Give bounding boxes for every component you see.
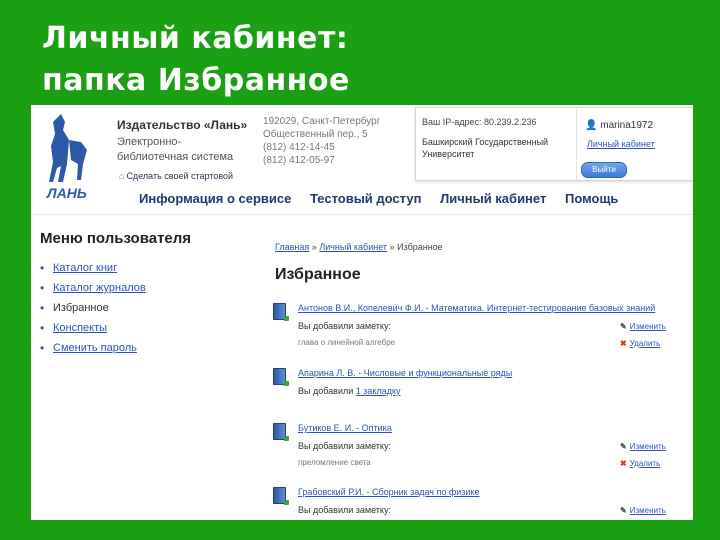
publisher-name: Издательство «Лань» — [117, 118, 248, 132]
breadcrumb-separator: » — [311, 242, 317, 252]
nav-item-trial[interactable]: Тестовый доступ — [310, 191, 421, 206]
screenshot-panel: ЛАНЬ Издательство «Лань» Электронно-библ… — [31, 105, 693, 520]
bookmark-note: Вы добавили 1 закладку — [298, 386, 401, 396]
user-block: 👤 marina1972 Личный кабинет Выйти — [576, 108, 693, 180]
user-info-box: Ваш IP-адрес: 80.239.2.236 Башкирский Го… — [415, 107, 693, 181]
edit-link[interactable]: ✎ Изменить — [620, 506, 666, 515]
book-icon — [273, 423, 289, 441]
book-title-link[interactable]: Апарина Л. В. - Числовые и функциональны… — [298, 368, 512, 378]
publisher-subtitle: Электронно-библиотечная система — [117, 136, 234, 163]
breadcrumb: Главная » Личный кабинет » Избранное — [275, 242, 443, 252]
nav-item-help[interactable]: Помощь — [565, 191, 618, 206]
breadcrumb-separator: » — [389, 242, 395, 252]
username-text: marina1972 — [600, 120, 654, 131]
menu-item-journals[interactable]: Каталог журналов — [40, 281, 146, 301]
book-title-link[interactable]: Грабовский Р.И. - Сборник задач по физик… — [298, 487, 479, 497]
pencil-icon: ✎ — [620, 322, 627, 331]
slide-title-line-1: Личный кабинет: — [42, 21, 349, 56]
menu-item-label: Каталог журналов — [53, 282, 146, 294]
contact-line: (812) 412-05-97 — [263, 155, 335, 166]
menu-item-label: Избранное — [53, 302, 109, 314]
book-icon — [273, 368, 289, 386]
top-navigation: Информация о сервисе Тестовый доступ Лич… — [139, 191, 633, 206]
nav-item-cabinet[interactable]: Личный кабинет — [440, 191, 546, 206]
menu-item-label: Конспекты — [53, 322, 108, 334]
breadcrumb-current: Избранное — [397, 242, 443, 252]
book-icon — [273, 487, 289, 505]
edit-label: Изменить — [629, 506, 666, 515]
page-title: Избранное — [275, 266, 361, 283]
delete-link[interactable]: ✖ Удалить — [620, 459, 660, 468]
make-start-page-label: Сделать своей стартовой — [126, 171, 234, 181]
menu-item-books[interactable]: Каталог книг — [40, 261, 146, 281]
menu-item-label: Каталог книг — [53, 262, 118, 274]
note-label: Вы добавили заметку: — [298, 321, 391, 331]
nav-item-info[interactable]: Информация о сервисе — [139, 191, 291, 206]
menu-item-favorites[interactable]: Избранное — [40, 301, 146, 321]
header-divider — [31, 214, 693, 215]
menu-item-change-password[interactable]: Сменить пароль — [40, 341, 146, 361]
book-title-link[interactable]: Антонов В.И., Копелевич Ф.И. - Математик… — [298, 303, 655, 313]
breadcrumb-home[interactable]: Главная — [275, 242, 309, 252]
book-icon — [273, 303, 289, 321]
contact-line: (812) 412-14-45 — [263, 142, 335, 153]
note-label: Вы добавили заметку: — [298, 505, 391, 515]
deer-logo-icon: ЛАНЬ — [46, 114, 87, 201]
edit-label: Изменить — [629, 442, 666, 451]
edit-link[interactable]: ✎ Изменить — [620, 322, 666, 331]
note-label: Вы добавили заметку: — [298, 441, 391, 451]
organization-name: Башкирский Государственный Университет — [422, 137, 549, 159]
note-text: глава о линейной алгебре — [298, 338, 396, 347]
delete-x-icon: ✖ — [620, 459, 627, 468]
contact-line: 192029, Санкт-Петербург — [263, 116, 381, 127]
bookmark-link[interactable]: 1 закладку — [356, 386, 401, 396]
delete-label: Удалить — [629, 339, 661, 348]
username: 👤 marina1972 — [585, 120, 653, 131]
menu-item-label: Сменить пароль — [53, 342, 137, 354]
contact-line: Общественный пер., 5 — [263, 129, 368, 140]
delete-label: Удалить — [629, 459, 661, 468]
breadcrumb-cabinet[interactable]: Личный кабинет — [319, 242, 387, 252]
menu-item-notes[interactable]: Конспекты — [40, 321, 146, 341]
lan-logo[interactable]: ЛАНЬ — [41, 110, 103, 202]
note-label: Вы добавили — [298, 386, 354, 396]
edit-label: Изменить — [629, 322, 666, 331]
user-menu-title: Меню пользователя — [40, 230, 192, 247]
slide-title-line-2: папка Избранное — [42, 63, 350, 98]
edit-link[interactable]: ✎ Изменить — [620, 442, 666, 451]
logo-text: ЛАНЬ — [46, 185, 87, 201]
user-icon: 👤 — [585, 120, 598, 131]
slide-title: Личный кабинет: папка Избранное — [42, 18, 350, 102]
home-icon: ⌂ — [119, 171, 125, 181]
delete-link[interactable]: ✖ Удалить — [620, 339, 660, 348]
pencil-icon: ✎ — [620, 506, 627, 515]
book-title-link[interactable]: Бутиков Е. И. - Оптика — [298, 423, 392, 433]
note-text: преломление света — [298, 458, 371, 467]
contact-info: 192029, Санкт-Петербург Общественный пер… — [263, 115, 383, 167]
make-start-page-link[interactable]: ⌂ Сделать своей стартовой — [119, 171, 233, 181]
delete-x-icon: ✖ — [620, 339, 627, 348]
user-menu: Каталог книг Каталог журналов Избранное … — [40, 261, 146, 361]
pencil-icon: ✎ — [620, 442, 627, 451]
exit-button[interactable]: Выйти — [581, 162, 627, 178]
ip-address: Ваш IP-адрес: 80.239.2.236 — [422, 117, 537, 127]
cabinet-link[interactable]: Личный кабинет — [587, 139, 655, 149]
